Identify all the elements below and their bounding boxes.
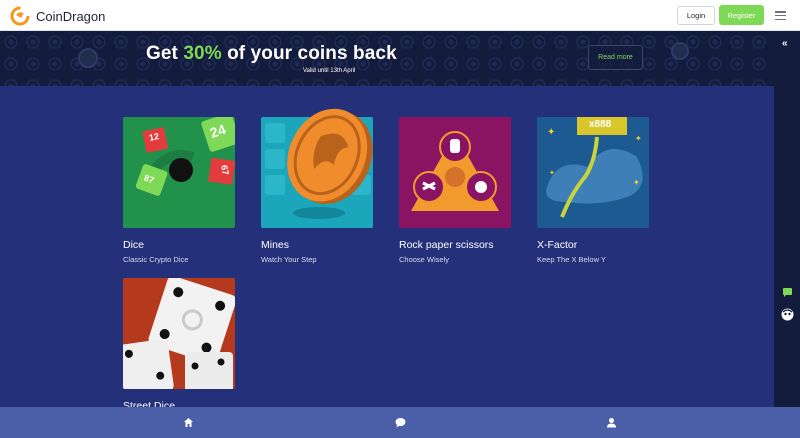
street-dice-illustration <box>123 278 235 389</box>
svg-text:✦: ✦ <box>635 134 642 143</box>
banner-subtitle: Valid until 13th April <box>303 68 356 74</box>
support-avatar-icon[interactable] <box>781 308 794 321</box>
dragon-coin-image <box>287 108 373 205</box>
game-title: X-Factor <box>537 239 578 251</box>
dice-thumbnail: 12 24 87 67 <box>123 117 235 228</box>
x-factor-illustration: ✦ ✦ ✦ ✦ <box>537 117 649 228</box>
game-card-street-dice[interactable]: Street Dice <box>123 278 235 412</box>
svg-text:✦: ✦ <box>547 127 555 138</box>
register-button[interactable]: Register <box>719 5 764 25</box>
game-subtitle: Watch Your Step <box>261 255 317 264</box>
game-subtitle: Keep The X Below Y <box>537 255 606 264</box>
brand-name: CoinDragon <box>36 8 106 24</box>
dragon-logo-icon <box>10 6 30 26</box>
banner-title-suffix: of your coins back <box>221 43 397 64</box>
game-card-x-factor[interactable]: ✦ ✦ ✦ ✦ x888 X-Factor Keep The X Below Y <box>537 117 649 264</box>
user-icon[interactable] <box>606 417 617 428</box>
street-dice-thumbnail <box>123 278 235 389</box>
game-title: Mines <box>261 239 290 251</box>
double-chevron-left-icon[interactable]: « <box>782 38 788 49</box>
game-subtitle: Classic Crypto Dice <box>123 255 189 264</box>
top-bar: CoinDragon Login Register <box>0 0 800 31</box>
multiplier-badge: x888 <box>589 119 612 130</box>
login-button[interactable]: Login <box>677 6 715 25</box>
banner-title-highlight: 30% <box>183 43 222 64</box>
banner-title-prefix: Get <box>146 43 184 64</box>
hamburger-menu-icon[interactable] <box>775 11 786 20</box>
logo[interactable]: CoinDragon <box>10 6 105 26</box>
game-title: Rock paper scissors <box>399 239 494 251</box>
rps-thumbnail <box>399 117 511 228</box>
game-subtitle: Choose Wisely <box>399 255 450 264</box>
dice-label-67: 67 <box>219 164 231 176</box>
chat-bubble-icon[interactable] <box>395 417 406 428</box>
rps-illustration <box>399 117 511 228</box>
svg-text:✦: ✦ <box>549 169 555 177</box>
home-icon[interactable] <box>183 417 194 428</box>
x-factor-thumbnail: ✦ ✦ ✦ ✦ x888 <box>537 117 649 228</box>
banner-title: Get 30% of your coins back <box>146 43 397 65</box>
game-card-rock-paper-scissors[interactable]: Rock paper scissors Choose Wisely <box>399 117 511 264</box>
read-more-button[interactable]: Read more <box>588 45 643 70</box>
game-title: Dice <box>123 239 145 251</box>
bottom-nav <box>0 407 800 438</box>
game-card-dice[interactable]: 12 24 87 67 Dice Classic Crypto Dice <box>123 117 235 264</box>
promo-banner: Get 30% of your coins back Valid until 1… <box>0 31 774 86</box>
app-root: CoinDragon Login Register Get 30% of you… <box>0 0 800 438</box>
right-sidebar: « <box>774 31 800 407</box>
dice-label-12: 12 <box>148 131 160 143</box>
chat-bubble-icon[interactable] <box>782 287 793 298</box>
svg-text:✦: ✦ <box>633 178 640 187</box>
